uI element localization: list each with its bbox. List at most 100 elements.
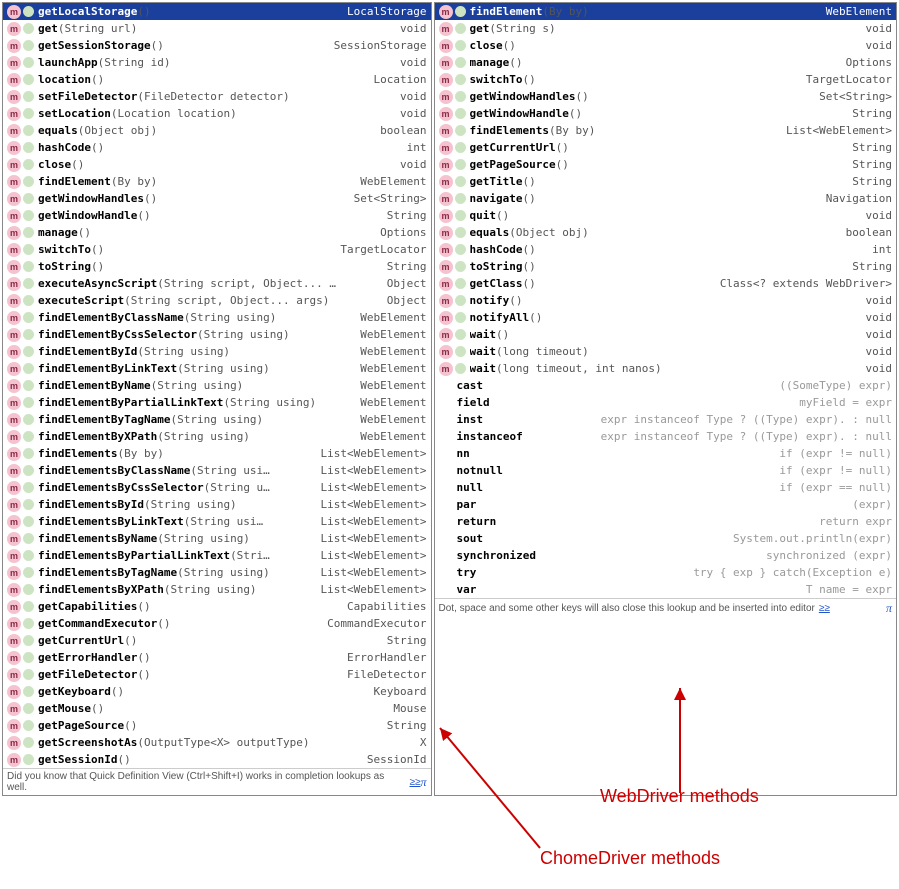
method-item[interactable]: mfindElementByClassName(String using)Web… — [3, 309, 431, 326]
method-item[interactable]: mquit()void — [435, 207, 896, 224]
method-item[interactable]: mfindElementById(String using)WebElement — [3, 343, 431, 360]
method-item[interactable]: mgetPageSource()String — [435, 156, 896, 173]
method-icon: m — [439, 226, 453, 240]
method-item[interactable]: mgetCapabilities()Capabilities — [3, 598, 431, 615]
method-item[interactable]: mclose()void — [435, 37, 896, 54]
method-item[interactable]: mclose()void — [3, 156, 431, 173]
method-item[interactable]: mgetErrorHandler()ErrorHandler — [3, 649, 431, 666]
return-type: Keyboard — [374, 685, 427, 698]
method-item[interactable]: mgetTitle()String — [435, 173, 896, 190]
method-item[interactable]: mfindElementsByCssSelector(String u…List… — [3, 479, 431, 496]
method-item[interactable]: mgetWindowHandle()String — [435, 105, 896, 122]
method-item[interactable]: mget(String s)void — [435, 20, 896, 37]
method-item[interactable]: mnotifyAll()void — [435, 309, 896, 326]
method-item[interactable]: mgetLocalStorage()LocalStorage — [3, 3, 431, 20]
method-item[interactable]: mgetCurrentUrl()String — [3, 632, 431, 649]
method-item[interactable]: mmanage()Options — [3, 224, 431, 241]
method-item[interactable]: mget(String url)void — [3, 20, 431, 37]
method-item[interactable]: mwait()void — [435, 326, 896, 343]
method-item[interactable]: mlocation()Location — [3, 71, 431, 88]
template-item[interactable]: nnif (expr != null) — [435, 445, 896, 462]
template-item[interactable]: cast((SomeType) expr) — [435, 377, 896, 394]
method-item[interactable]: mfindElements(By by)List<WebElement> — [435, 122, 896, 139]
method-item[interactable]: mfindElementsByTagName(String using)List… — [3, 564, 431, 581]
signature: findElementsByCssSelector(String u… — [38, 481, 315, 494]
method-item[interactable]: mwait(long timeout, int nanos)void — [435, 360, 896, 377]
template-item[interactable]: returnreturn expr — [435, 513, 896, 530]
completion-popup-right[interactable]: mfindElement(By by)WebElementmget(String… — [434, 2, 897, 796]
method-item[interactable]: mfindElementByTagName(String using)WebEl… — [3, 411, 431, 428]
template-item[interactable]: trytry { exp } catch(Exception e) — [435, 564, 896, 581]
method-item[interactable]: mwait(long timeout)void — [435, 343, 896, 360]
method-item[interactable]: mfindElementByCssSelector(String using)W… — [3, 326, 431, 343]
method-item[interactable]: mgetCommandExecutor()CommandExecutor — [3, 615, 431, 632]
method-item[interactable]: mtoString()String — [3, 258, 431, 275]
method-item[interactable]: mswitchTo()TargetLocator — [435, 71, 896, 88]
method-item[interactable]: mgetWindowHandle()String — [3, 207, 431, 224]
method-item[interactable]: mfindElementsByXPath(String using)List<W… — [3, 581, 431, 598]
method-item[interactable]: mgetCurrentUrl()String — [435, 139, 896, 156]
method-item[interactable]: mnavigate()Navigation — [435, 190, 896, 207]
method-item[interactable]: mhashCode()int — [435, 241, 896, 258]
method-item[interactable]: mnotify()void — [435, 292, 896, 309]
method-item[interactable]: mexecuteAsyncScript(String script, Objec… — [3, 275, 431, 292]
method-item[interactable]: mgetSessionId()SessionId — [3, 751, 431, 768]
method-item[interactable]: mequals(Object obj)boolean — [3, 122, 431, 139]
method-item[interactable]: mfindElementsById(String using)List<WebE… — [3, 496, 431, 513]
template-item[interactable]: instanceofexpr instanceof Type ? ((Type)… — [435, 428, 896, 445]
method-item[interactable]: mmanage()Options — [435, 54, 896, 71]
template-item[interactable]: nullif (expr == null) — [435, 479, 896, 496]
hint-link[interactable]: ≥≥ — [819, 603, 830, 614]
template-item[interactable]: synchronizedsynchronized (expr) — [435, 547, 896, 564]
pi-icon[interactable]: π — [886, 601, 892, 616]
method-item[interactable]: mlaunchApp(String id)void — [3, 54, 431, 71]
visibility-icon — [23, 720, 34, 731]
method-item[interactable]: mexecuteScript(String script, Object... … — [3, 292, 431, 309]
method-item[interactable]: mhashCode()int — [3, 139, 431, 156]
method-item[interactable]: mgetFileDetector()FileDetector — [3, 666, 431, 683]
method-item[interactable]: mtoString()String — [435, 258, 896, 275]
template-item[interactable]: notnullif (expr != null) — [435, 462, 896, 479]
template-item[interactable]: varT name = expr — [435, 581, 896, 598]
method-item[interactable]: mgetKeyboard()Keyboard — [3, 683, 431, 700]
visibility-icon — [23, 754, 34, 765]
method-item[interactable]: mgetWindowHandles()Set<String> — [3, 190, 431, 207]
method-item[interactable]: mgetWindowHandles()Set<String> — [435, 88, 896, 105]
template-item[interactable]: soutSystem.out.println(expr) — [435, 530, 896, 547]
method-item[interactable]: mfindElementByXPath(String using)WebElem… — [3, 428, 431, 445]
method-item[interactable]: mswitchTo()TargetLocator — [3, 241, 431, 258]
method-item[interactable]: mfindElementsByName(String using)List<We… — [3, 530, 431, 547]
method-item[interactable]: mfindElementsByPartialLinkText(Stri…List… — [3, 547, 431, 564]
method-item[interactable]: mgetPageSource()String — [3, 717, 431, 734]
method-item[interactable]: mfindElementByPartialLinkText(String usi… — [3, 394, 431, 411]
return-type: SessionStorage — [334, 39, 427, 52]
method-item[interactable]: msetFileDetector(FileDetector detector)v… — [3, 88, 431, 105]
method-item[interactable]: msetLocation(Location location)void — [3, 105, 431, 122]
method-item[interactable]: mgetClass()Class<? extends WebDriver> — [435, 275, 896, 292]
method-item[interactable]: mfindElementsByLinkText(String usi…List<… — [3, 513, 431, 530]
visibility-icon — [23, 550, 34, 561]
method-item[interactable]: mfindElementByLinkText(String using)WebE… — [3, 360, 431, 377]
pi-icon[interactable]: π — [421, 775, 427, 790]
template-item[interactable]: instexpr instanceof Type ? ((Type) expr)… — [435, 411, 896, 428]
completion-popup-left[interactable]: mgetLocalStorage()LocalStoragemget(Strin… — [2, 2, 432, 796]
method-item[interactable]: mequals(Object obj)boolean — [435, 224, 896, 241]
signature: findElementsByTagName(String using) — [38, 566, 315, 579]
method-item[interactable]: mfindElement(By by)WebElement — [3, 173, 431, 190]
method-item[interactable]: mfindElement(By by)WebElement — [435, 3, 896, 20]
method-item[interactable]: mgetScreenshotAs(OutputType<X> outputTyp… — [3, 734, 431, 751]
visibility-icon — [23, 618, 34, 629]
return-type: void — [400, 56, 427, 69]
method-item[interactable]: mfindElementsByClassName(String usi…List… — [3, 462, 431, 479]
method-item[interactable]: mgetMouse()Mouse — [3, 700, 431, 717]
signature: getPageSource() — [38, 719, 381, 732]
template-item[interactable]: fieldmyField = expr — [435, 394, 896, 411]
method-icon: m — [439, 260, 453, 274]
method-item[interactable]: mfindElementByName(String using)WebEleme… — [3, 377, 431, 394]
template-item[interactable]: par(expr) — [435, 496, 896, 513]
visibility-icon — [455, 108, 466, 119]
return-type: T name = expr — [806, 583, 892, 596]
method-item[interactable]: mfindElements(By by)List<WebElement> — [3, 445, 431, 462]
hint-link[interactable]: ≥≥ — [410, 777, 421, 788]
method-item[interactable]: mgetSessionStorage()SessionStorage — [3, 37, 431, 54]
